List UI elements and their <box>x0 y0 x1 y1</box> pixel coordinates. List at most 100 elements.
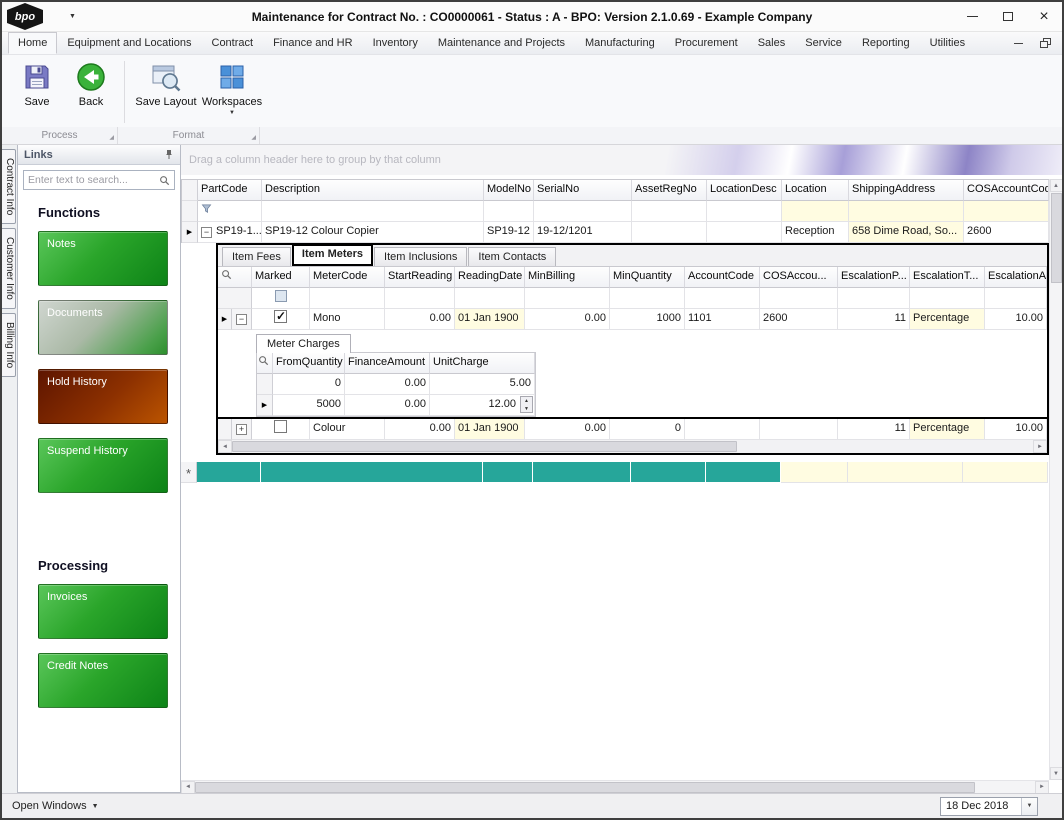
ribbon-tab-sales[interactable]: Sales <box>748 32 796 54</box>
unchecked-checkbox-icon[interactable] <box>274 420 287 433</box>
open-windows-button[interactable]: Open Windows ▼ <box>12 800 99 812</box>
cell-escalationa[interactable]: 10.00 <box>985 419 1047 440</box>
maximize-button[interactable] <box>990 3 1026 30</box>
search-input[interactable] <box>28 174 159 186</box>
filter-startreading[interactable] <box>385 288 455 309</box>
new-cell-locationdesc[interactable] <box>706 462 781 483</box>
col-header-metercode[interactable]: MeterCode <box>310 267 385 288</box>
collapse-row-icon[interactable]: − <box>201 227 212 238</box>
expand-row-icon[interactable]: + <box>232 419 252 440</box>
ribbon-tab-reporting[interactable]: Reporting <box>852 32 920 54</box>
cell-unitcharge[interactable]: 5.00 <box>430 374 535 395</box>
invoices-button[interactable]: Invoices <box>38 584 168 639</box>
new-cell-modelno[interactable] <box>483 462 533 483</box>
cell-assetregno[interactable] <box>632 222 707 243</box>
cell-minquantity[interactable]: 1000 <box>610 309 685 330</box>
filter-partcode[interactable] <box>198 201 262 222</box>
filter-modelno[interactable] <box>484 201 534 222</box>
cell-cosaccount[interactable] <box>760 419 838 440</box>
grid-vscrollbar[interactable] <box>1049 179 1062 780</box>
new-cell-cosaccountcode[interactable] <box>963 462 1048 483</box>
cell-fromquantity[interactable]: 0 <box>273 374 345 395</box>
new-cell-partcode[interactable] <box>197 462 261 483</box>
cell-location[interactable]: Reception <box>782 222 849 243</box>
cell-cosaccountcode[interactable]: 2600 <box>964 222 1049 243</box>
cell-serialno[interactable]: 19-12/1201 <box>534 222 632 243</box>
col-header-startreading[interactable]: StartReading <box>385 267 455 288</box>
col-header-escalationp[interactable]: EscalationP... <box>838 267 910 288</box>
filter-serialno[interactable] <box>534 201 632 222</box>
cell-modelno[interactable]: SP19-12 <box>484 222 534 243</box>
suspend-history-button[interactable]: Suspend History <box>38 438 168 493</box>
tab-item-contacts[interactable]: Item Contacts <box>468 247 556 266</box>
side-tab-customer-info[interactable]: Customer Info <box>2 228 16 309</box>
tab-item-fees[interactable]: Item Fees <box>222 247 291 266</box>
filter-description[interactable] <box>262 201 484 222</box>
cell-escalationp[interactable]: 11 <box>838 309 910 330</box>
cell-locationdesc[interactable] <box>707 222 782 243</box>
workspaces-button[interactable]: Workspaces ▼ <box>199 59 265 123</box>
scroll-right-icon[interactable] <box>1035 781 1049 794</box>
ribbon-tab-home[interactable]: Home <box>8 32 57 54</box>
filter-shippingaddress[interactable] <box>849 201 964 222</box>
cell-readingdate[interactable]: 01 Jan 1900 <box>455 419 525 440</box>
new-cell-assetregno[interactable] <box>631 462 706 483</box>
dialog-launcher-icon[interactable]: ◢ <box>109 134 114 141</box>
cell-description[interactable]: SP19-12 Colour Copier <box>262 222 484 243</box>
scroll-right-icon[interactable] <box>1033 440 1047 453</box>
cell-shippingaddress[interactable]: 658 Dime Road, So... <box>849 222 964 243</box>
filter-location[interactable] <box>782 201 849 222</box>
spin-down-icon[interactable] <box>521 405 532 413</box>
scroll-up-icon[interactable] <box>1050 179 1063 192</box>
spin-up-icon[interactable] <box>521 397 532 405</box>
mdi-restore-button[interactable] <box>1038 36 1054 50</box>
hscrollbar-thumb[interactable] <box>232 441 737 452</box>
cell-metercode[interactable]: Mono <box>310 309 385 330</box>
tab-item-inclusions[interactable]: Item Inclusions <box>374 247 467 266</box>
tab-item-meters[interactable]: Item Meters <box>292 244 373 266</box>
search-icon[interactable] <box>159 175 170 186</box>
cell-cosaccount[interactable]: 2600 <box>760 309 838 330</box>
filter-metercode[interactable] <box>310 288 385 309</box>
col-header-accountcode[interactable]: AccountCode <box>685 267 760 288</box>
col-header-serialno[interactable]: SerialNo <box>534 180 632 201</box>
cell-metercode[interactable]: Colour <box>310 419 385 440</box>
ribbon-tab-maintenance-and-projects[interactable]: Maintenance and Projects <box>428 32 575 54</box>
col-header-readingdate[interactable]: ReadingDate <box>455 267 525 288</box>
pin-icon[interactable] <box>164 149 174 160</box>
cell-fromquantity[interactable]: 5000 <box>273 395 345 416</box>
col-header-location[interactable]: Location <box>782 180 849 201</box>
cell-marked[interactable] <box>252 309 310 330</box>
col-header-fromquantity[interactable]: FromQuantity <box>273 353 345 374</box>
col-header-financeamount[interactable]: FinanceAmount <box>345 353 430 374</box>
date-dropdown-button[interactable]: ▼ <box>1021 798 1037 815</box>
minimize-button[interactable] <box>954 3 990 30</box>
cell-escalationa[interactable]: 10.00 <box>985 309 1047 330</box>
col-header-escalationa[interactable]: EscalationA... <box>985 267 1047 288</box>
new-cell-description[interactable] <box>261 462 483 483</box>
col-header-assetregno[interactable]: AssetRegNo <box>632 180 707 201</box>
new-cell-shippingaddress[interactable] <box>848 462 963 483</box>
number-spinner[interactable] <box>520 396 533 413</box>
filter-escalationa[interactable] <box>985 288 1047 309</box>
quick-access-dropdown-icon[interactable]: ▼ <box>69 13 76 20</box>
col-header-escalationt[interactable]: EscalationT... <box>910 267 985 288</box>
ribbon-tab-manufacturing[interactable]: Manufacturing <box>575 32 665 54</box>
save-button[interactable]: Save <box>10 59 64 123</box>
tab-meter-charges[interactable]: Meter Charges <box>256 334 351 353</box>
filter-minbilling[interactable] <box>525 288 610 309</box>
filter-accountcode[interactable] <box>685 288 760 309</box>
filter-assetregno[interactable] <box>632 201 707 222</box>
cell-escalationt[interactable]: Percentage <box>910 309 985 330</box>
filter-cosaccountcode[interactable] <box>964 201 1049 222</box>
grid-new-row[interactable] <box>181 462 1062 483</box>
cell-financeamount[interactable]: 0.00 <box>345 395 430 416</box>
side-tab-contract-info[interactable]: Contract Info <box>2 149 16 224</box>
scroll-left-icon[interactable] <box>181 781 195 794</box>
col-header-description[interactable]: Description <box>262 180 484 201</box>
cell-marked[interactable] <box>252 419 310 440</box>
detail-search-header[interactable] <box>218 267 252 288</box>
detail-search-header[interactable] <box>257 353 273 374</box>
side-tab-billing-info[interactable]: Billing Info <box>2 313 16 377</box>
filter-readingdate[interactable] <box>455 288 525 309</box>
